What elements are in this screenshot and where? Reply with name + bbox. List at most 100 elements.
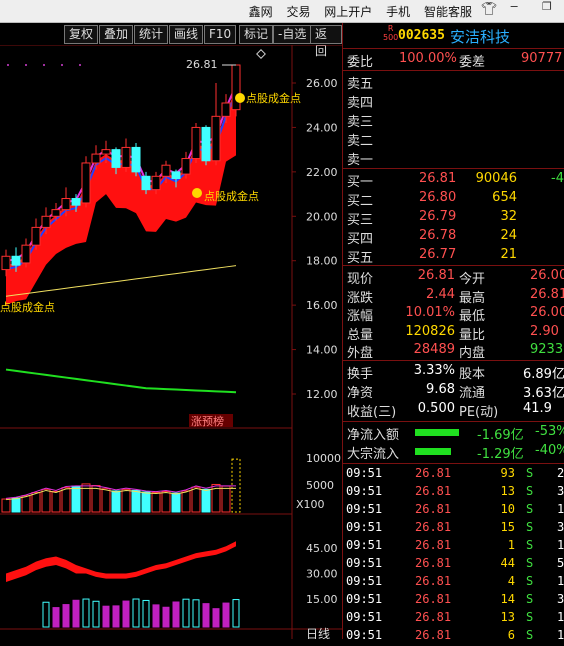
chart-toolbar: 复权 叠加 统计 画线 F10 标记 -自选 返回 [0,23,342,58]
candle [171,171,181,180]
money-bag-icon [235,93,245,103]
quote-stat-row: 涨跌 2.44 最高 26.81 [347,286,564,306]
tick-row: 09:51 26.81 15 S 3 [346,520,564,534]
sell-level-row: 卖四 [347,96,374,111]
macd-bar [112,605,120,628]
price-tick-label: 20.00 [306,210,338,223]
price-panel: 26.81点股成金点点股成金点点股成金点涨预榜 [0,58,301,428]
macd-bar [62,604,70,628]
macd-bar [222,602,230,628]
volume-bar [71,485,81,513]
macd-bar [42,601,50,628]
macd-bar [192,599,200,628]
volume-bar [121,488,131,513]
macd-bar [102,605,110,628]
macd-bar [142,599,150,628]
candle [161,164,171,177]
macd-bar [132,598,140,628]
volume-tick-label: 10000 [306,452,341,465]
menu-item-support[interactable]: 智能客服 [424,5,472,19]
candle [231,64,241,111]
quote-stat-row: 外盘 28489 内盘 92337 [347,342,564,361]
price-tick-label: 14.00 [306,344,338,357]
macd-bar [182,598,190,628]
top-menu: 鑫网 交易 网上开户 手机 智能客服 [239,3,472,20]
sell-level-row: 卖五 [347,77,374,92]
macd-bar [82,598,90,628]
fundamental-row: 收益(三) 0.500 PE(动) 41.9 [347,401,552,420]
candle [141,175,151,191]
volume-bar [171,492,181,513]
buy-level-row: 买三 26.79 32 [347,209,517,228]
candle [91,153,101,164]
back-button[interactable]: 返回 [310,25,342,58]
tick-row: 09:51 26.81 13 S 1 [346,610,564,624]
volume-panel [1,458,241,513]
price-tick-label: 18.00 [306,255,338,268]
candle [151,175,161,191]
kline-chart[interactable]: 26.81点股成金点点股成金点点股成金点涨预榜 26.0024.0022.002… [0,45,342,639]
price-tick-label: 16.00 [306,299,338,312]
macd-bar [162,606,170,628]
macd-bar [52,607,60,628]
volume-bar [181,490,191,513]
flow-bar [415,448,451,455]
candle [1,255,11,271]
macd-bar [172,601,180,628]
macd-bar [212,608,220,628]
macd-band [6,541,236,582]
macd-panel [6,541,240,628]
ma-band [6,89,236,306]
f10-button[interactable]: F10 [204,25,237,44]
overlay-button[interactable]: 叠加 [99,25,134,44]
restore-rights-button[interactable]: 复权 [64,25,99,44]
fund-flow-row: 净流入额 -1.69亿 -53% [347,424,564,443]
volume-bar [41,488,51,513]
menu-item-open-account[interactable]: 网上开户 [324,5,372,19]
statistics-button[interactable]: 统计 [134,25,169,44]
volume-bar [101,488,111,513]
volume-bar [131,489,141,513]
quote-stat-row: 涨幅 10.01% 最低 26.00 [347,305,564,324]
buy-level-row: 买二 26.80 654 [347,190,517,209]
minimize-icon[interactable]: ‒ [510,0,518,14]
menu-item-mobile[interactable]: 手机 [386,5,410,19]
tick-row: 09:51 26.81 14 S 3 [346,592,564,606]
fundamental-row: 净资 9.68 流通 3.63亿 [347,382,564,401]
menu-item-xinwang[interactable]: 鑫网 [249,5,273,19]
volume-bar [31,492,41,513]
shirt-icon[interactable]: 👕︎ [481,2,498,17]
r-tag: R 500 [383,24,399,42]
candle [131,146,141,173]
maximize-icon[interactable]: ❐ [542,0,552,13]
macd-tick-label: 15.00 [306,593,338,606]
ma120-line [5,368,237,394]
mark-button[interactable]: 标记 [239,25,274,44]
candle [81,162,91,204]
candle [221,102,231,117]
macd-bar [152,604,160,628]
buy-level-row: 买一 26.81 90046 -4 [347,171,564,190]
candle [61,198,71,211]
title-bar: 鑫网 交易 网上开户 手机 智能客服 👕︎ ‒ ❐ [0,0,564,23]
axis-labels: 26.00 24.00 22.00 20.00 18.00 16.00 14.00 12.00… [293,77,341,606]
daily-label: 日线 [306,627,330,639]
menu-item-trade[interactable]: 交易 [286,5,310,19]
price-tick-label: 12.00 [306,388,338,401]
draw-line-button[interactable]: 画线 [169,25,204,44]
volume-bar [1,498,11,513]
tick-row: 09:51 26.81 6 S 1 [346,628,564,642]
wei-bi-row: 委比 100.00% 委差 90777 [347,51,563,70]
candle [191,126,201,160]
stock-name[interactable]: 安洁科技 [450,26,510,47]
remove-watchlist-button[interactable]: -自选 [273,25,312,44]
candle [201,126,211,162]
signal-label: 点股成金点 [204,189,259,203]
rank-label: 涨预榜 [191,414,224,428]
candle [211,115,221,162]
volume-bar [221,485,231,513]
price-tick-label: 22.00 [306,166,338,179]
volume-bar [21,495,31,513]
candle [31,226,41,246]
candle [121,146,131,168]
